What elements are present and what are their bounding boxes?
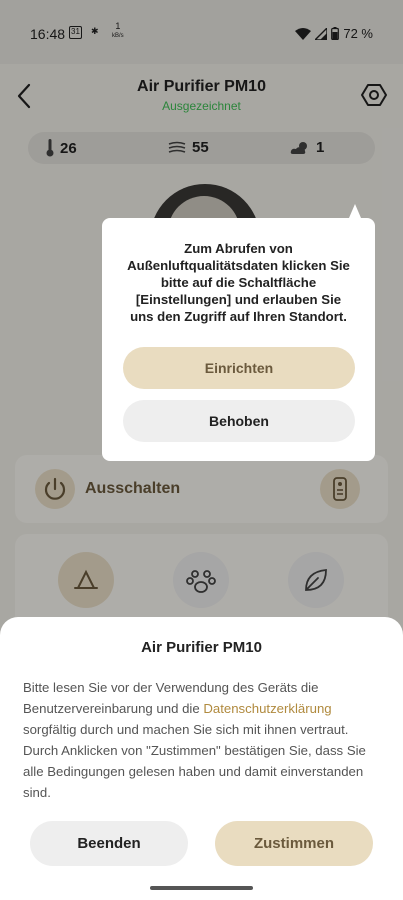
popup-message: Zum Abrufen von Außenluftqualitätsdaten … xyxy=(127,241,350,324)
sheet-title: Air Purifier PM10 xyxy=(141,639,262,656)
popup-arrow xyxy=(349,204,361,218)
quit-button[interactable]: Beenden xyxy=(30,821,188,866)
sheet-body-text-2: sorgfältig durch und machen Sie sich mit… xyxy=(23,722,366,800)
home-indicator[interactable] xyxy=(150,886,253,890)
agreement-sheet: Air Purifier PM10 Bitte lesen Sie vor de… xyxy=(0,617,403,900)
sheet-body: Bitte lesen Sie vor der Verwendung des G… xyxy=(23,677,373,803)
nav-area xyxy=(0,877,403,900)
privacy-link[interactable]: Datenschutzerklärung xyxy=(203,701,331,716)
setup-button[interactable]: Einrichten xyxy=(123,347,355,389)
fixed-button[interactable]: Behoben xyxy=(123,400,355,442)
location-popup: Zum Abrufen von Außenluftqualitätsdaten … xyxy=(102,218,375,461)
agree-button[interactable]: Zustimmen xyxy=(215,821,373,866)
